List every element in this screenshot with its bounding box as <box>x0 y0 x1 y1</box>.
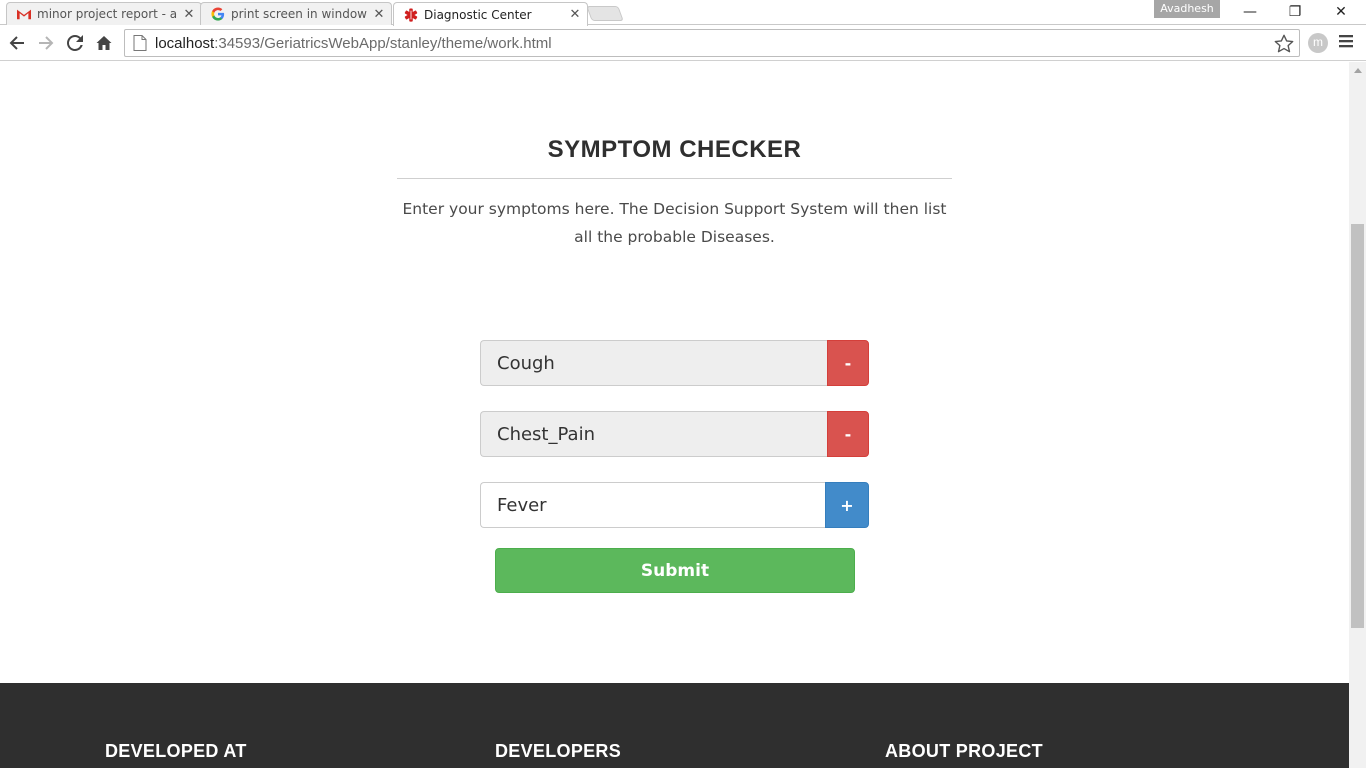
hamburger-menu-icon <box>1339 35 1353 48</box>
symptom-input[interactable] <box>480 340 827 386</box>
tab-title: Diagnostic Center <box>424 7 532 22</box>
footer-heading-developers: DEVELOPERS <box>495 741 622 761</box>
chevron-up-icon <box>1353 68 1362 73</box>
reload-icon <box>67 35 83 51</box>
gmail-icon <box>17 9 31 20</box>
minimize-button[interactable]: — <box>1227 0 1273 24</box>
window-close-button[interactable]: ✕ <box>1318 0 1364 24</box>
browser-toolbar: localhost:34593/GeriatricsWebApp/stanley… <box>0 25 1366 61</box>
new-symptom-input[interactable] <box>480 482 825 528</box>
symptom-row: - <box>480 411 869 457</box>
page-viewport: SYMPTOM CHECKER Enter your symptoms here… <box>0 62 1349 768</box>
arrow-left-icon <box>9 36 24 50</box>
url-host: localhost <box>155 34 215 52</box>
title-divider <box>397 178 952 179</box>
browser-menu-button[interactable] <box>1338 33 1360 53</box>
tab-gmail[interactable]: minor project report - ava ✕ <box>6 2 202 25</box>
page-description: Enter your symptoms here. The Decision S… <box>402 200 947 246</box>
close-icon[interactable]: ✕ <box>183 7 195 22</box>
reload-button[interactable] <box>63 31 87 55</box>
submit-button[interactable]: Submit <box>495 548 855 593</box>
address-bar[interactable]: localhost:34593/GeriatricsWebApp/stanley… <box>124 29 1300 57</box>
page-title: SYMPTOM CHECKER <box>547 136 802 163</box>
footer-heading-developed-at: DEVELOPED AT <box>105 741 247 761</box>
google-icon <box>211 7 225 21</box>
scrollbar-thumb[interactable] <box>1351 224 1364 628</box>
new-symptom-row: + <box>480 482 869 528</box>
restore-button[interactable]: ❐ <box>1272 0 1318 24</box>
scroll-up-button[interactable] <box>1349 62 1366 79</box>
medical-star-icon <box>404 7 418 22</box>
browser-tab-strip: minor project report - ava ✕ print scree… <box>0 0 1366 26</box>
page-icon <box>133 35 147 51</box>
symptom-row: - <box>480 340 869 386</box>
close-icon[interactable]: ✕ <box>569 7 581 22</box>
remove-symptom-button[interactable]: - <box>827 411 869 457</box>
remove-symptom-button[interactable]: - <box>827 340 869 386</box>
tab-title: print screen in windows 1( <box>231 7 367 21</box>
symptom-input[interactable] <box>480 411 827 457</box>
forward-button[interactable] <box>34 31 58 55</box>
profile-badge[interactable]: Avadhesh <box>1154 0 1220 18</box>
close-icon[interactable]: ✕ <box>373 7 385 22</box>
home-icon <box>96 36 112 50</box>
extension-icon[interactable]: m <box>1308 33 1328 53</box>
footer-heading-about-project: ABOUT PROJECT <box>885 741 1043 761</box>
url-text: localhost:34593/GeriatricsWebApp/stanley… <box>155 35 552 52</box>
home-button[interactable] <box>92 31 116 55</box>
add-symptom-button[interactable]: + <box>825 482 869 528</box>
back-button[interactable] <box>5 31 29 55</box>
tab-diagnostic-center[interactable]: Diagnostic Center ✕ <box>393 2 588 26</box>
tab-google-search[interactable]: print screen in windows 1( ✕ <box>200 2 392 25</box>
new-tab-button[interactable] <box>586 6 624 21</box>
arrow-right-icon <box>39 36 54 50</box>
page-scrollbar[interactable] <box>1349 62 1366 768</box>
tab-title: minor project report - ava <box>37 7 177 21</box>
star-icon[interactable] <box>1273 33 1295 55</box>
footer: DEVELOPED AT DEVELOPERS ABOUT PROJECT <box>0 683 1349 768</box>
url-path: :34593/GeriatricsWebApp/stanley/theme/wo… <box>214 34 552 52</box>
